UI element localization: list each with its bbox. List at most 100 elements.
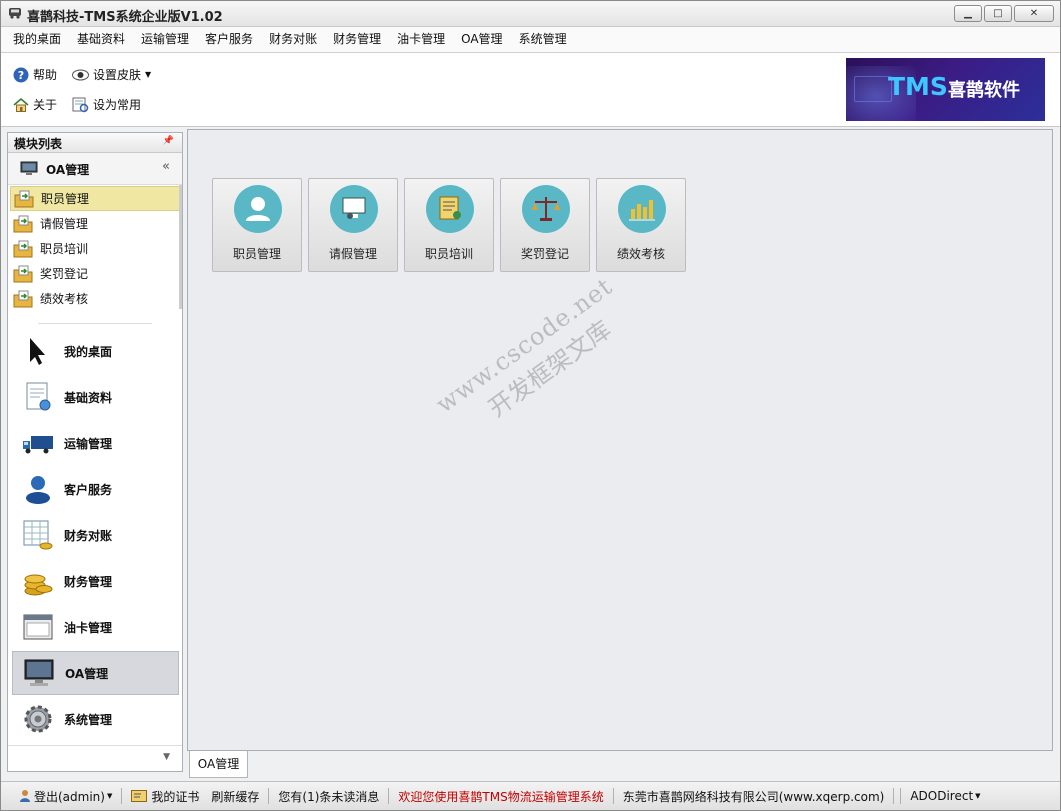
sidebar-item-staff[interactable]: 职员管理 <box>10 186 180 211</box>
certificate-small-icon <box>131 790 148 802</box>
logout-label: 登出(admin) <box>34 789 105 804</box>
nav-my-desktop[interactable]: 我的桌面 <box>12 329 179 373</box>
banner-tms-text: TMS <box>888 72 948 101</box>
menu-finance-manage[interactable]: 财务管理 <box>325 27 389 52</box>
coins-icon <box>22 565 54 597</box>
sidebar-divider <box>38 323 152 324</box>
gear-icon <box>22 703 54 735</box>
scales-icon <box>522 185 570 233</box>
refresh-cache-button[interactable]: 刷新缓存 <box>205 788 265 805</box>
scroll-down-icon[interactable]: ▼ <box>163 752 170 762</box>
spreadsheet-icon <box>22 519 54 551</box>
nav-label: 客户服务 <box>64 482 113 497</box>
user-icon <box>22 473 54 505</box>
unread-messages-link[interactable]: 您有(1)条未读消息 <box>272 788 385 805</box>
eye-icon <box>72 69 89 80</box>
close-button[interactable]: ✕ <box>1014 5 1054 22</box>
tile-training[interactable]: 职员培训 <box>404 178 494 272</box>
nav-finance-manage[interactable]: 财务管理 <box>12 559 179 603</box>
menu-finance-reconcile[interactable]: 财务对账 <box>261 27 325 52</box>
tab-oa[interactable]: OA管理 <box>189 751 248 778</box>
sidebar-scrollbar[interactable] <box>179 185 182 309</box>
folder-arrow-icon <box>12 264 34 284</box>
sidebar-item-leave[interactable]: 请假管理 <box>10 211 180 236</box>
tile-reward[interactable]: 奖罚登记 <box>500 178 590 272</box>
nav-label: 我的桌面 <box>64 344 113 359</box>
sidebar-item-training[interactable]: 职员培训 <box>10 236 180 261</box>
nav-finance-reconcile[interactable]: 财务对账 <box>12 513 179 557</box>
folder-arrow-icon <box>12 289 34 309</box>
minimize-button[interactable]: ▁ <box>954 5 982 22</box>
sidebar-group-label: OA管理 <box>46 163 90 177</box>
caret-down-icon: ▼ <box>106 792 113 800</box>
tile-label: 奖罚登记 <box>520 247 569 261</box>
nav-oa[interactable]: OA管理 <box>12 651 179 695</box>
tile-leave[interactable]: 请假管理 <box>308 178 398 272</box>
module-sidebar: 模块列表 📌 OA管理 « 职员管理 请假管理 职员培训 奖罚登记 绩效考核 我… <box>7 132 183 772</box>
sidebar-item-reward[interactable]: 奖罚登记 <box>10 261 180 286</box>
menu-my-desktop[interactable]: 我的桌面 <box>5 27 69 52</box>
db-mode-dropdown[interactable]: ADODirect ▼ <box>904 789 986 803</box>
menu-basic-data[interactable]: 基础资料 <box>69 27 133 52</box>
folder-arrow-icon <box>12 214 34 234</box>
sidebar-item-label: 绩效考核 <box>40 292 89 306</box>
help-icon: ? <box>13 67 29 82</box>
tile-performance[interactable]: 绩效考核 <box>596 178 686 272</box>
sidebar-item-label: 职员管理 <box>41 192 90 206</box>
certificate-button[interactable]: 我的证书 <box>125 788 205 805</box>
maximize-button[interactable]: □ <box>984 5 1012 22</box>
nav-transport[interactable]: 运输管理 <box>12 421 179 465</box>
app-window: 喜鹊科技-TMS系统企业版V1.02 ▁ □ ✕ 我的桌面 基础资料 运输管理 … <box>0 0 1061 811</box>
menu-oa[interactable]: OA管理 <box>453 27 510 52</box>
maximize-icon: □ <box>993 8 1003 19</box>
set-favorite-button[interactable]: 设为常用 <box>72 96 141 113</box>
tile-label: 职员培训 <box>424 247 473 261</box>
user-small-icon <box>20 790 30 802</box>
nav-label: 财务对账 <box>64 528 113 543</box>
computer-gear-icon <box>330 185 378 233</box>
about-button[interactable]: 关于 <box>13 96 57 113</box>
home-icon <box>13 97 29 112</box>
skin-dropdown[interactable]: 设置皮肤 ▼ <box>72 66 151 83</box>
sidebar-title: 模块列表 <box>14 137 63 151</box>
folder-arrow-icon <box>13 189 35 209</box>
pin-icon[interactable]: 📌 <box>163 136 174 146</box>
sidebar-item-label: 职员培训 <box>40 242 89 256</box>
menu-fuel-card[interactable]: 油卡管理 <box>389 27 453 52</box>
menu-customer-service[interactable]: 客户服务 <box>197 27 261 52</box>
status-bar: 登出(admin) ▼ 我的证书 刷新缓存 您有(1)条未读消息 欢迎您使用喜鹊… <box>1 781 1060 810</box>
close-icon: ✕ <box>1029 8 1039 19</box>
cursor-icon <box>22 335 54 367</box>
nav-system[interactable]: 系统管理 <box>12 697 179 741</box>
sidebar-header: 模块列表 📌 <box>8 133 182 153</box>
logout-dropdown[interactable]: 登出(admin) ▼ <box>1 788 118 805</box>
main-content: 职员管理 请假管理 职员培训 奖罚登记 绩效考核 <box>187 129 1053 751</box>
minimize-icon: ▁ <box>964 8 972 19</box>
laptop-graphic <box>854 76 892 102</box>
favorite-label: 设为常用 <box>93 98 142 112</box>
collapse-chevron-icon[interactable]: « <box>162 159 170 174</box>
sidebar-item-label: 请假管理 <box>40 217 89 231</box>
sidebar-group-oa[interactable]: OA管理 « <box>8 153 182 185</box>
menu-system[interactable]: 系统管理 <box>511 27 575 52</box>
menu-bar: 我的桌面 基础资料 运输管理 客户服务 财务对账 财务管理 油卡管理 OA管理 … <box>1 27 1060 53</box>
menu-transport[interactable]: 运输管理 <box>133 27 197 52</box>
help-button[interactable]: ? 帮助 <box>13 66 57 83</box>
sidebar-item-label: 奖罚登记 <box>40 267 89 281</box>
nav-customer-service[interactable]: 客户服务 <box>12 467 179 511</box>
monitor-icon <box>23 657 55 689</box>
sidebar-item-performance[interactable]: 绩效考核 <box>10 286 180 311</box>
tile-label: 绩效考核 <box>616 247 665 261</box>
bar-chart-icon <box>618 185 666 233</box>
certificate-icon <box>426 185 474 233</box>
nav-fuel-card[interactable]: 油卡管理 <box>12 605 179 649</box>
skin-label: 设置皮肤 <box>93 68 142 82</box>
nav-basic-data[interactable]: 基础资料 <box>12 375 179 419</box>
person-icon <box>234 185 282 233</box>
monitor-icon <box>20 161 38 175</box>
window-title: 喜鹊科技-TMS系统企业版V1.02 <box>27 10 223 25</box>
tile-staff[interactable]: 职员管理 <box>212 178 302 272</box>
db-mode-label: ADODirect <box>910 789 974 803</box>
title-bar[interactable]: 喜鹊科技-TMS系统企业版V1.02 ▁ □ ✕ <box>1 1 1060 27</box>
truck-icon <box>22 427 54 459</box>
